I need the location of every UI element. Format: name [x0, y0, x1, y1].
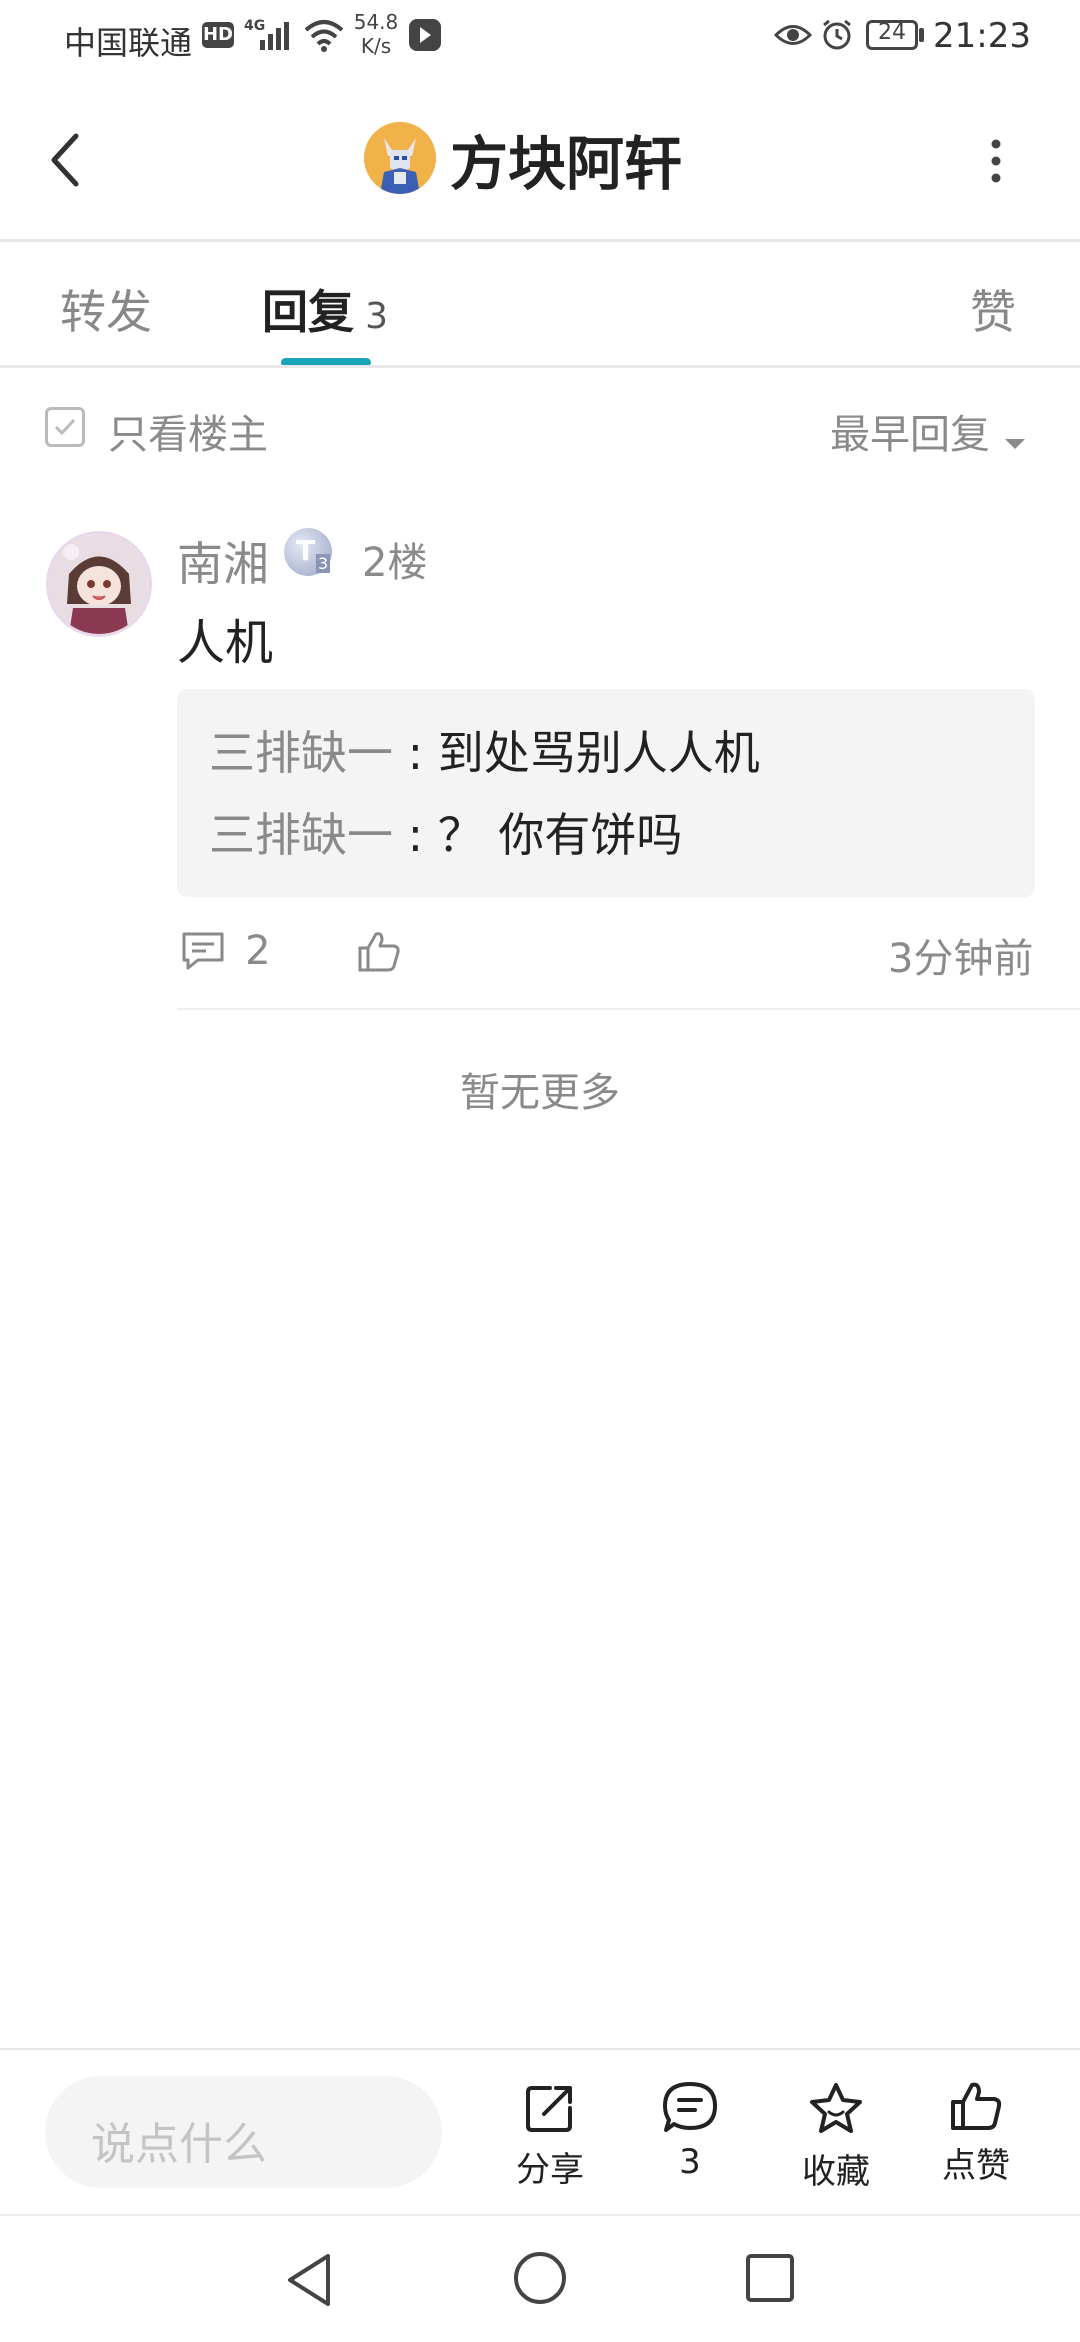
level-badge-icon: T 3: [284, 528, 332, 576]
comments-button[interactable]: 3: [640, 2080, 740, 2182]
back-arrow-icon[interactable]: [42, 128, 86, 192]
tab-replies-count: 3: [365, 296, 388, 337]
reply-content: 人机: [177, 615, 274, 671]
tab-forward[interactable]: 转发: [60, 276, 152, 342]
dropdown-caret-icon: [1005, 438, 1026, 449]
comment-icon: [182, 932, 224, 970]
sub-reply-item[interactable]: 三排缺一 : 到处骂别人人机: [209, 717, 760, 783]
share-button[interactable]: 分享: [500, 2080, 600, 2191]
status-bar: 中国联通 HD 4G 54.8 K/s 24 21:23: [0, 0, 1080, 76]
share-icon: [526, 2086, 572, 2132]
comments-count-label: 3: [679, 2142, 701, 2182]
sub-reply-text: 到处骂别人人机: [437, 726, 760, 780]
post-divider: [177, 1008, 1080, 1010]
battery-level: 24: [878, 20, 906, 45]
tab-replies[interactable]: 回复 3: [262, 276, 388, 342]
sub-reply-author: 三排缺一: [209, 808, 393, 862]
alarm-icon: [823, 19, 851, 50]
page-title: 方块阿轩: [450, 130, 683, 198]
reply-author-name[interactable]: 南湘: [177, 528, 269, 594]
share-label: 分享: [516, 2150, 584, 2190]
header-divider: [0, 239, 1080, 242]
sub-reply-separator: :: [393, 726, 438, 780]
header-bar: 方块阿轩: [0, 80, 1080, 240]
chat-bubble-icon: [663, 2082, 717, 2132]
like-icon[interactable]: [356, 928, 402, 974]
comment-count: 2: [245, 928, 271, 974]
level-badge-number: 3: [316, 554, 331, 573]
eye-icon: [774, 25, 812, 45]
sub-reply-author: 三排缺一: [209, 726, 393, 780]
thumbs-up-icon: [951, 2082, 1002, 2130]
like-post-button[interactable]: 点赞: [926, 2078, 1026, 2187]
sub-reply-separator: :: [393, 808, 438, 862]
floor-number: 2楼: [362, 540, 428, 586]
sub-replies-box[interactable]: 三排缺一 : 到处骂别人人机 三排缺一 : ？ 你有饼吗: [177, 689, 1035, 897]
signal-icon: [260, 22, 289, 50]
clock: 21:23: [933, 16, 1031, 56]
check-icon: [54, 418, 76, 436]
tabs-divider: [0, 365, 1080, 368]
tab-likes[interactable]: 赞: [970, 276, 1016, 342]
carrier-name: 中国联通: [64, 24, 193, 62]
bottom-bar-divider: [0, 2048, 1080, 2050]
reply-author-avatar[interactable]: [46, 531, 152, 637]
favorite-button[interactable]: 收藏: [786, 2080, 886, 2193]
nav-home-icon[interactable]: [512, 2250, 568, 2306]
level-badge-letter: T: [296, 534, 316, 567]
wifi-icon: [304, 20, 344, 52]
sort-label: 最早回复: [830, 412, 990, 458]
star-icon: [810, 2083, 862, 2133]
only-op-label[interactable]: 只看楼主: [108, 402, 268, 460]
app-notification-icon: [409, 19, 441, 51]
sub-reply-text: ？ 你有饼吗: [437, 808, 683, 862]
nav-back-icon[interactable]: [284, 2252, 336, 2308]
battery-tip: [919, 28, 924, 42]
tab-replies-label: 回复: [262, 285, 354, 339]
like-label: 点赞: [942, 2146, 1010, 2186]
header-avatar[interactable]: [364, 122, 436, 194]
battery-icon: 24: [866, 20, 918, 50]
net-speed-value: 54.8: [353, 10, 399, 34]
net-speed: 54.8 K/s: [350, 10, 402, 58]
nav-recents-icon[interactable]: [744, 2252, 796, 2304]
system-navigation-bar: [0, 2214, 1080, 2342]
hd-badge: HD: [202, 22, 234, 48]
favorite-label: 收藏: [802, 2152, 870, 2192]
sort-dropdown[interactable]: 最早回复: [830, 402, 1027, 460]
sub-reply-item[interactable]: 三排缺一 : ？ 你有饼吗: [209, 799, 682, 865]
net-speed-unit: K/s: [360, 34, 392, 58]
more-options-icon[interactable]: [986, 134, 1006, 188]
comment-input-placeholder: 说点什么: [91, 2119, 267, 2170]
only-op-checkbox[interactable]: [45, 407, 85, 447]
comment-input[interactable]: 说点什么: [45, 2076, 442, 2188]
no-more-text: 暂无更多: [460, 1070, 620, 1116]
comment-button[interactable]: 2: [180, 928, 271, 974]
reply-timestamp: 3分钟前: [888, 936, 1034, 982]
